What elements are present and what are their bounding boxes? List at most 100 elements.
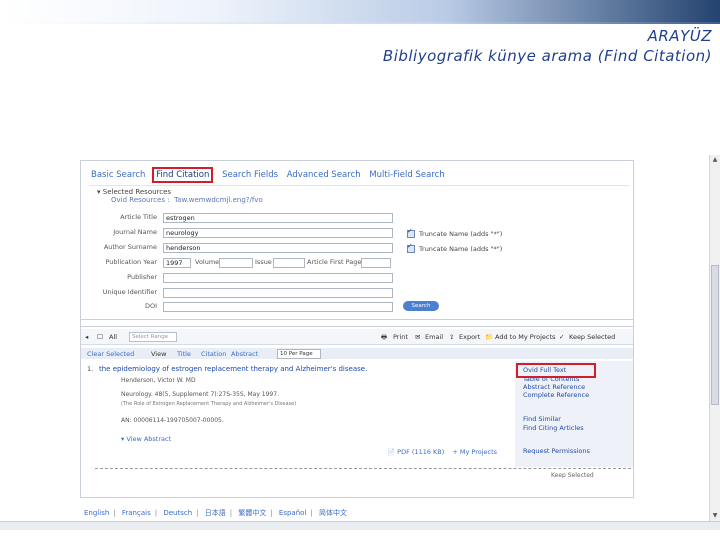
- keep-selected-button[interactable]: Keep Selected: [569, 333, 615, 341]
- ovid-screenshot: Basic Search Find Citation Search Fields…: [80, 160, 634, 498]
- email-button[interactable]: Email: [425, 333, 443, 341]
- view-abstract-label: View Abstract: [126, 435, 172, 443]
- search-tabs: Basic Search Find Citation Search Fields…: [91, 167, 451, 183]
- lang-german[interactable]: Deutsch: [163, 509, 192, 517]
- lang-separator: |: [154, 509, 158, 517]
- slide-title-block: ARAYÜZ Bibliyografik künye arama (Find C…: [383, 26, 712, 66]
- collapse-icon[interactable]: ◂: [85, 333, 88, 341]
- lang-separator: |: [113, 509, 116, 517]
- lang-separator: |: [196, 509, 199, 517]
- lang-japanese[interactable]: 日本語: [205, 509, 226, 517]
- field-row-doi: DOI: [81, 302, 631, 314]
- lang-separator: |: [229, 509, 233, 517]
- email-icon[interactable]: ✉: [415, 333, 420, 341]
- field-row-publisher: Publisher: [81, 273, 631, 285]
- publication-year-label: Publication Year: [105, 258, 158, 266]
- pdf-icon[interactable]: 📄: [387, 448, 395, 456]
- select-all-checkbox[interactable]: ☐: [97, 333, 103, 341]
- link-find-citing-articles[interactable]: Find Citing Articles: [523, 424, 584, 432]
- link-complete-reference[interactable]: Complete Reference: [523, 391, 589, 399]
- resources-label: Ovid Resources :: [111, 196, 170, 204]
- publication-row: Publication Year 1997 Volume Issue Artic…: [81, 258, 631, 270]
- lang-spanish[interactable]: Español: [279, 509, 306, 517]
- header-stripe: [0, 22, 720, 24]
- result-title[interactable]: the epidemiology of estrogen replacement…: [99, 365, 367, 373]
- pdf-link[interactable]: PDF (1116 KB): [397, 448, 444, 456]
- author-surname-label: Author Surname: [103, 243, 157, 251]
- print-button[interactable]: Print: [393, 333, 408, 341]
- tab-search-fields[interactable]: Search Fields: [222, 170, 278, 180]
- export-button[interactable]: Export: [459, 333, 480, 341]
- result-author: Henderson, Victor W. MD: [121, 377, 196, 384]
- slide-subtitle: Bibliyografik künye arama (Find Citation…: [382, 47, 712, 65]
- tab-advanced-search[interactable]: Advanced Search: [287, 170, 361, 180]
- export-icon[interactable]: ⇪: [449, 333, 454, 341]
- per-page-select[interactable]: 10 Per Page: [277, 349, 321, 359]
- tab-basic-search[interactable]: Basic Search: [91, 170, 145, 180]
- scroll-thumb[interactable]: [711, 265, 719, 405]
- lang-separator: |: [270, 509, 273, 517]
- volume-input[interactable]: [219, 258, 253, 268]
- doi-label: DOI: [144, 302, 157, 310]
- view-abstract-link[interactable]: Abstract: [231, 350, 258, 358]
- lang-english[interactable]: English: [84, 509, 109, 517]
- link-find-similar[interactable]: Find Similar: [523, 415, 561, 423]
- scroll-up-icon[interactable]: ▲: [710, 155, 720, 165]
- checkbox-icon[interactable]: [407, 227, 415, 238]
- field-row-article-title: Article Title estrogen: [81, 213, 631, 225]
- link-abstract-reference[interactable]: Abstract Reference: [523, 383, 585, 391]
- pdf-row: 📄 PDF (1116 KB) + My Projects: [387, 448, 497, 456]
- issue-label: Issue: [255, 258, 272, 266]
- result-an: AN: 00006114-199705007-00005.: [121, 417, 224, 424]
- scroll-down-icon[interactable]: ▼: [710, 511, 720, 521]
- clear-selected-link[interactable]: Clear Selected: [87, 350, 134, 358]
- article-title-input[interactable]: estrogen: [163, 213, 393, 223]
- screenshot-divider: [81, 319, 633, 327]
- view-label: View: [151, 350, 167, 358]
- first-page-input[interactable]: [361, 258, 391, 268]
- checkbox-icon[interactable]: [407, 242, 415, 253]
- link-request-permissions[interactable]: Request Permissions: [523, 447, 590, 455]
- select-range-input[interactable]: Select Range: [129, 332, 177, 342]
- issue-input[interactable]: [273, 258, 305, 268]
- tab-multi-field-search[interactable]: Multi-Field Search: [369, 170, 444, 180]
- field-row-journal-name: Journal Name neurology: [81, 228, 631, 240]
- ovid-full-text-highlight: [516, 363, 596, 378]
- author-surname-input[interactable]: henderson: [163, 243, 393, 253]
- browser-status-bar: [0, 521, 720, 530]
- print-icon[interactable]: 🖶: [381, 333, 387, 344]
- result-source-note: (The Role of Estrogen Replacement Therap…: [121, 401, 297, 407]
- view-citation-link[interactable]: Citation: [201, 350, 226, 358]
- view-abstract-toggle[interactable]: ▾ View Abstract: [121, 435, 171, 443]
- lang-french[interactable]: Français: [122, 509, 151, 517]
- unique-identifier-label: Unique Identifier: [102, 288, 157, 296]
- add-projects-icon[interactable]: 📁: [485, 333, 493, 341]
- doi-input[interactable]: [163, 302, 393, 312]
- journal-name-input[interactable]: neurology: [163, 228, 393, 238]
- resources-detail: Taw.wemwdcmjl.eng?/fvo: [174, 196, 263, 204]
- tab-find-citation[interactable]: Find Citation: [152, 167, 214, 183]
- lang-chinese-traditional[interactable]: 繁體中文: [238, 509, 266, 517]
- all-label: All: [109, 333, 118, 341]
- lang-chinese-simplified[interactable]: 简体中文: [319, 509, 347, 517]
- field-row-author: Author Surname henderson: [81, 243, 631, 255]
- view-title-link[interactable]: Title: [177, 350, 191, 358]
- add-projects-button[interactable]: Add to My Projects: [495, 333, 555, 341]
- publication-year-input[interactable]: 1997: [163, 258, 191, 268]
- lang-separator: |: [310, 509, 313, 517]
- truncate-author-checkbox[interactable]: Truncate Name (adds "*"): [407, 242, 502, 253]
- unique-identifier-input[interactable]: [163, 288, 393, 298]
- results-toolbar: ◂ ☐ All Select Range 🖶 Print ✉ Email ⇪ E…: [81, 329, 633, 345]
- language-bar: English | Français | Deutsch | 日本語 | 繁體中文 | E…: [84, 508, 351, 518]
- search-button[interactable]: Search: [403, 301, 439, 311]
- field-row-unique-id: Unique Identifier: [81, 288, 631, 300]
- keep-selected-icon[interactable]: ✓: [559, 333, 564, 341]
- my-projects-link[interactable]: + My Projects: [452, 448, 497, 456]
- truncate-journal-checkbox[interactable]: Truncate Name (adds "*"): [407, 227, 502, 238]
- publisher-input[interactable]: [163, 273, 393, 283]
- result-source: Neurology. 48(5, Supplement 7):27S-35S, …: [121, 391, 279, 398]
- page-scrollbar[interactable]: ▲ ▼: [709, 155, 720, 521]
- resources-line: Ovid Resources : Taw.wemwdcmjl.eng?/fvo: [111, 196, 263, 204]
- keep-selected-bottom[interactable]: Keep Selected: [551, 472, 594, 479]
- selected-resources-toggle[interactable]: ▾ Selected Resources: [97, 188, 171, 196]
